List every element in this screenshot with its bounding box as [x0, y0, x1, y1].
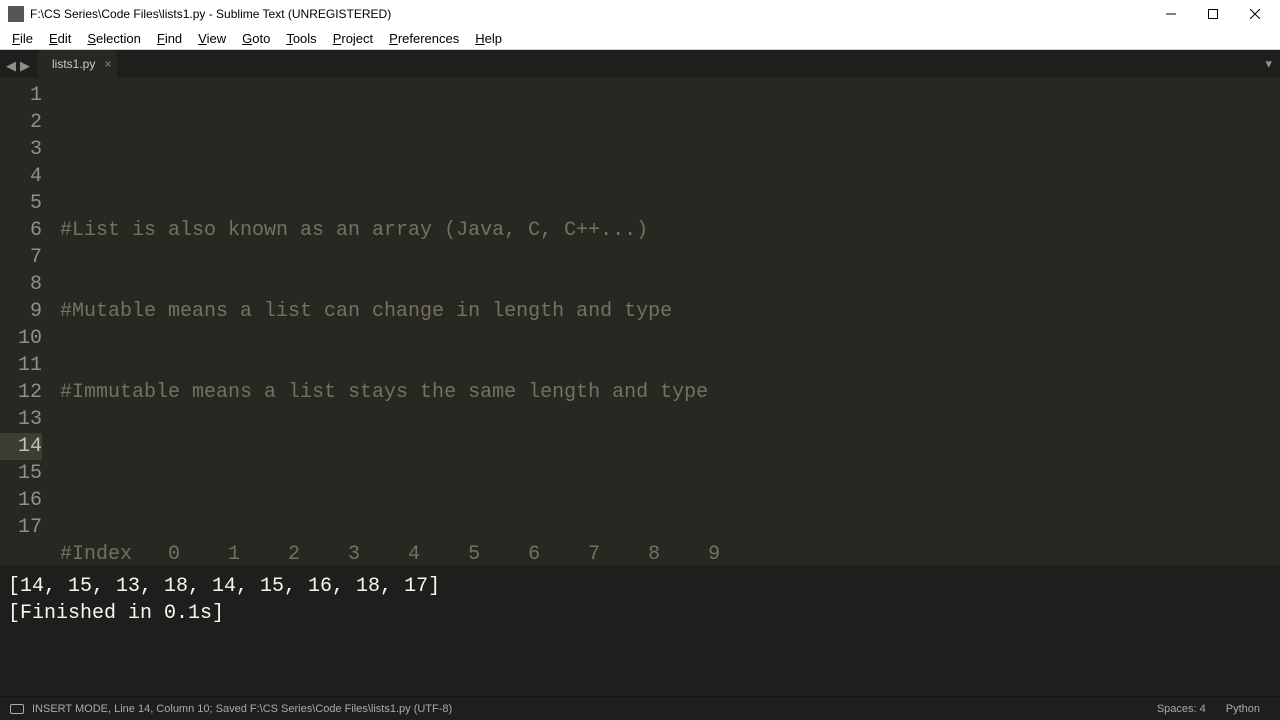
window-controls: [1150, 0, 1276, 28]
tab-nav: ◀ ▶: [0, 58, 38, 70]
maximize-icon: [1208, 9, 1218, 19]
code-line: #List is also known as an array (Java, C…: [60, 217, 1280, 244]
menu-find[interactable]: Find: [149, 29, 190, 48]
menu-project[interactable]: Project: [325, 29, 381, 48]
code-line: #Immutable means a list stays the same l…: [60, 379, 1280, 406]
minimize-button[interactable]: [1150, 0, 1192, 28]
window-title: F:\CS Series\Code Files\lists1.py - Subl…: [30, 7, 1150, 21]
tab-close-icon[interactable]: ×: [104, 57, 111, 71]
code-area[interactable]: #List is also known as an array (Java, C…: [52, 78, 1280, 566]
tab-label: lists1.py: [52, 57, 95, 71]
menu-tools[interactable]: Tools: [278, 29, 324, 48]
menu-goto[interactable]: Goto: [234, 29, 278, 48]
title-bar: F:\CS Series\Code Files\lists1.py - Subl…: [0, 0, 1280, 28]
close-button[interactable]: [1234, 0, 1276, 28]
tab-forward-icon[interactable]: ▶: [20, 58, 32, 70]
menu-view[interactable]: View: [190, 29, 234, 48]
console-line: [Finished in 0.1s]: [8, 602, 224, 625]
menu-selection[interactable]: Selection: [79, 29, 148, 48]
tab-menu-icon[interactable]: ▾: [1265, 56, 1272, 72]
tab-file[interactable]: lists1.py ×: [38, 50, 117, 78]
tab-back-icon[interactable]: ◀: [6, 58, 18, 70]
keyboard-icon[interactable]: [10, 704, 24, 714]
menu-bar: File Edit Selection Find View Goto Tools…: [0, 28, 1280, 50]
code-line: #Mutable means a list can change in leng…: [60, 298, 1280, 325]
status-mode: INSERT MODE, Line 14, Column 10; Saved F…: [32, 703, 452, 715]
console-line: [14, 15, 13, 18, 14, 15, 16, 18, 17]: [8, 575, 440, 598]
menu-file[interactable]: File: [4, 29, 41, 48]
maximize-button[interactable]: [1192, 0, 1234, 28]
build-output[interactable]: [14, 15, 13, 18, 14, 15, 16, 18, 17] [Fi…: [0, 566, 1280, 696]
code-line: #Index 0 1 2 3 4 5 6 7 8 9: [60, 541, 1280, 566]
tab-strip: ◀ ▶ lists1.py × ▾: [0, 50, 1280, 78]
status-indent[interactable]: Spaces: 4: [1147, 703, 1216, 715]
editor[interactable]: 1234567891011121314151617 #List is also …: [0, 78, 1280, 566]
app-icon: [8, 6, 24, 22]
minimize-icon: [1166, 9, 1176, 19]
status-bar: INSERT MODE, Line 14, Column 10; Saved F…: [0, 696, 1280, 720]
code-line: [60, 460, 1280, 487]
menu-preferences[interactable]: Preferences: [381, 29, 467, 48]
gutter: 1234567891011121314151617: [0, 78, 52, 566]
close-icon: [1250, 9, 1260, 19]
status-syntax[interactable]: Python: [1216, 703, 1270, 715]
code-line: [60, 136, 1280, 163]
menu-help[interactable]: Help: [467, 29, 510, 48]
menu-edit[interactable]: Edit: [41, 29, 79, 48]
